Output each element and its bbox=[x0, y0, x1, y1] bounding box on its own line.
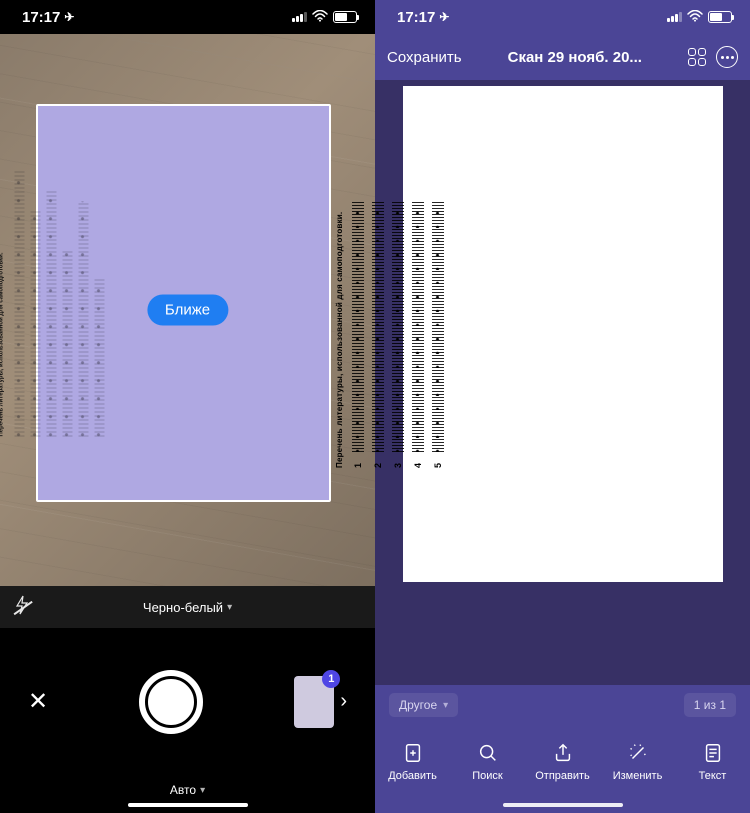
status-time: 17:17 bbox=[397, 9, 435, 26]
flash-off-icon[interactable] bbox=[14, 595, 30, 620]
captured-thumbnail-group[interactable]: 1 › bbox=[294, 676, 347, 728]
more-options-icon[interactable] bbox=[716, 46, 738, 68]
close-button[interactable]: ✕ bbox=[28, 687, 48, 716]
filter-selector[interactable]: Черно-белый ▾ bbox=[44, 600, 331, 615]
home-indicator[interactable] bbox=[128, 803, 248, 807]
review-subbar: Другое ▾ 1 из 1 bbox=[375, 685, 750, 725]
capture-mode-label: Авто bbox=[170, 783, 196, 797]
page-count-badge: 1 bbox=[322, 670, 340, 688]
battery-icon bbox=[333, 11, 357, 23]
page-heading-text: Перечень литературы, использованной для … bbox=[0, 170, 5, 437]
tag-label: Другое bbox=[399, 698, 437, 712]
share-icon bbox=[552, 742, 574, 764]
location-arrow-icon: ✈︎ bbox=[439, 10, 449, 24]
tool-label: Добавить bbox=[388, 770, 437, 782]
review-toolbar: Добавить Поиск Отправить Изменить Текст bbox=[375, 725, 750, 803]
search-button[interactable]: Поиск bbox=[456, 742, 520, 782]
capture-mode-selector[interactable]: Авто ▾ bbox=[170, 783, 205, 797]
filter-bar: Черно-белый ▾ bbox=[0, 586, 375, 628]
chevron-right-icon[interactable]: › bbox=[340, 690, 347, 713]
scan-heading-text: Перечень литературы, использованной для … bbox=[335, 200, 344, 468]
captured-thumbnail[interactable]: 1 bbox=[294, 676, 334, 728]
add-button[interactable]: Добавить bbox=[381, 742, 445, 782]
cellular-signal-icon bbox=[667, 12, 682, 22]
grid-view-icon[interactable] bbox=[688, 48, 706, 66]
home-indicator[interactable] bbox=[503, 803, 623, 807]
save-button[interactable]: Сохранить bbox=[387, 49, 462, 66]
battery-icon bbox=[708, 11, 732, 23]
scan-review-screen: 17:17 ✈︎ Сохранить Скан 29 нояб. 20... П… bbox=[375, 0, 750, 813]
wifi-icon bbox=[312, 9, 328, 26]
document-title[interactable]: Скан 29 нояб. 20... bbox=[472, 49, 678, 66]
review-header: Сохранить Скан 29 нояб. 20... bbox=[375, 34, 750, 80]
camera-viewport[interactable]: Перечень литературы, использованной для … bbox=[0, 34, 375, 586]
chevron-down-icon: ▾ bbox=[200, 785, 205, 796]
scan-canvas[interactable]: Перечень литературы, использованной для … bbox=[375, 80, 750, 685]
chevron-down-icon: ▾ bbox=[227, 602, 232, 613]
tool-label: Поиск bbox=[472, 770, 502, 782]
tool-label: Текст bbox=[699, 770, 727, 782]
wifi-icon bbox=[687, 9, 703, 26]
add-page-icon bbox=[402, 742, 424, 764]
tool-label: Отправить bbox=[535, 770, 590, 782]
edit-button[interactable]: Изменить bbox=[606, 742, 670, 782]
scanned-page-content: Перечень литературы, использованной для … bbox=[335, 200, 750, 468]
capture-tray: ✕ 1 › Авто ▾ bbox=[0, 628, 375, 813]
filter-name: Черно-белый bbox=[143, 600, 223, 615]
chevron-down-icon: ▾ bbox=[443, 700, 448, 711]
tag-dropdown[interactable]: Другое ▾ bbox=[389, 693, 458, 717]
search-icon bbox=[477, 742, 499, 764]
text-page-icon bbox=[702, 742, 724, 764]
location-arrow-icon: ✈︎ bbox=[64, 10, 74, 24]
scanned-page[interactable]: Перечень литературы, использованной для … bbox=[403, 86, 723, 582]
magic-wand-icon bbox=[627, 742, 649, 764]
shutter-button[interactable] bbox=[139, 670, 203, 734]
status-time: 17:17 bbox=[22, 9, 60, 26]
distance-hint-pill: Ближе bbox=[147, 295, 228, 326]
status-bar: 17:17 ✈︎ bbox=[0, 0, 375, 34]
tool-label: Изменить bbox=[613, 770, 663, 782]
status-bar: 17:17 ✈︎ bbox=[375, 0, 750, 34]
send-button[interactable]: Отправить bbox=[531, 742, 595, 782]
scanner-camera-screen: 17:17 ✈︎ Перечень литературы, использова… bbox=[0, 0, 375, 813]
text-button[interactable]: Текст bbox=[681, 742, 745, 782]
page-indicator[interactable]: 1 из 1 bbox=[684, 693, 736, 717]
cellular-signal-icon bbox=[292, 12, 307, 22]
